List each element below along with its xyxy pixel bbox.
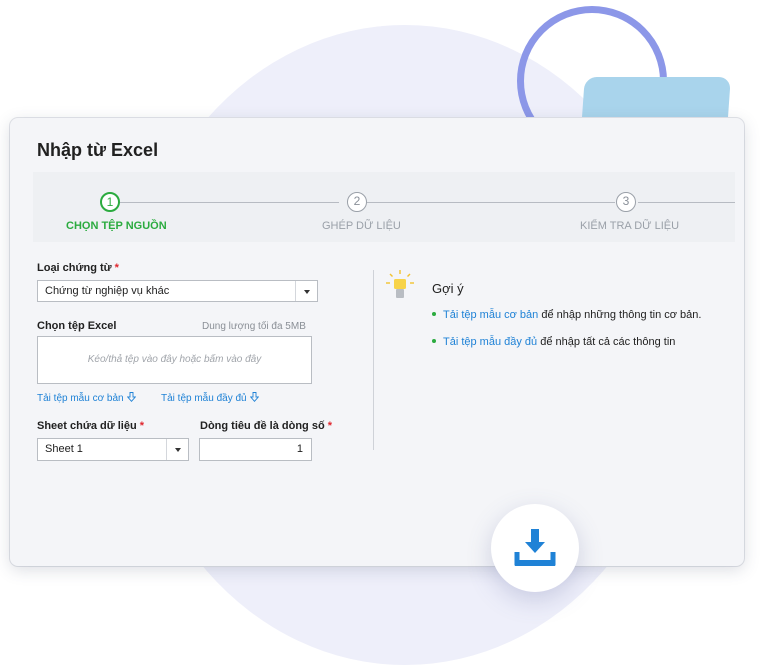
step-3-indicator[interactable]: 3 (616, 192, 636, 212)
import-excel-dialog: Nhập từ Excel 1 Chọn tệp nguồn 2 Ghép dữ… (10, 118, 744, 566)
step-2-indicator[interactable]: 2 (347, 192, 367, 212)
sheet-select[interactable]: Sheet 1 (37, 438, 189, 461)
step-connector (119, 202, 339, 203)
hint-item-text: để nhập tất cả các thông tin (537, 336, 676, 348)
panel-divider (373, 270, 374, 450)
arrow-down-icon (250, 392, 260, 402)
step-connector (638, 202, 735, 203)
basic-template-link[interactable]: Tải tệp mẫu cơ bản (37, 392, 137, 404)
required-mark: * (139, 420, 145, 432)
dialog-title: Nhập từ Excel (37, 140, 159, 160)
required-mark: * (327, 420, 333, 432)
hint-item: Tải tệp mẫu đầy đủ để nhập tất cả các th… (432, 336, 675, 348)
step-2-label[interactable]: Ghép dữ liệu (322, 220, 401, 232)
full-template-link-text: Tải tệp mẫu đầy đủ (161, 393, 247, 404)
lightbulb-icon (386, 270, 414, 298)
file-dropzone[interactable]: Kéo/thả tệp vào đây hoặc bấm vào đây (37, 336, 312, 384)
header-row-input[interactable]: 1 (199, 438, 312, 461)
stepper: 1 Chọn tệp nguồn 2 Ghép dữ liệu 3 Kiểm t… (33, 172, 735, 242)
required-mark: * (114, 262, 119, 274)
download-icon (514, 529, 556, 566)
file-size-note: Dung lượng tối đa 5MB (202, 321, 306, 332)
voucher-type-label-text: Loại chứng từ (37, 262, 112, 274)
bullet-dot (432, 339, 436, 344)
voucher-type-select[interactable]: Chứng từ nghiệp vụ khác (37, 280, 318, 302)
full-template-link[interactable]: Tải tệp mẫu đầy đủ (161, 392, 260, 404)
hint-title: Gợi ý (432, 281, 464, 296)
sheet-label: Sheet chứa dữ liệu * (37, 420, 144, 432)
step-1-label[interactable]: Chọn tệp nguồn (66, 220, 167, 232)
step-1-indicator[interactable]: 1 (100, 192, 120, 212)
sheet-label-text: Sheet chứa dữ liệu (37, 420, 137, 432)
header-row-label-text: Dòng tiêu đề là dòng số (200, 420, 325, 432)
hint-full-template-link[interactable]: Tải tệp mẫu đầy đủ (443, 336, 537, 348)
hint-item-text: để nhập những thông tin cơ bản. (538, 309, 702, 321)
header-row-label: Dòng tiêu đề là dòng số * (200, 420, 332, 432)
arrow-down-icon (127, 392, 137, 402)
chevron-down-icon[interactable] (166, 439, 188, 460)
step-connector (367, 202, 615, 203)
hint-basic-template-link[interactable]: Tải tệp mẫu cơ bản (443, 309, 538, 321)
basic-template-link-text: Tải tệp mẫu cơ bản (37, 393, 124, 404)
sheet-value: Sheet 1 (45, 443, 83, 455)
hint-item: Tải tệp mẫu cơ bản để nhập những thông t… (432, 309, 701, 321)
step-3-label[interactable]: Kiểm tra dữ liệu (580, 220, 679, 232)
dialog-body: Nhập từ Excel 1 Chọn tệp nguồn 2 Ghép dữ… (16, 124, 738, 560)
bullet-dot (432, 312, 436, 317)
chevron-down-icon[interactable] (295, 281, 317, 301)
download-badge[interactable] (491, 504, 579, 592)
file-label: Chọn tệp Excel (37, 320, 117, 332)
voucher-type-value: Chứng từ nghiệp vụ khác (45, 285, 170, 297)
voucher-type-label: Loại chứng từ * (37, 262, 119, 274)
